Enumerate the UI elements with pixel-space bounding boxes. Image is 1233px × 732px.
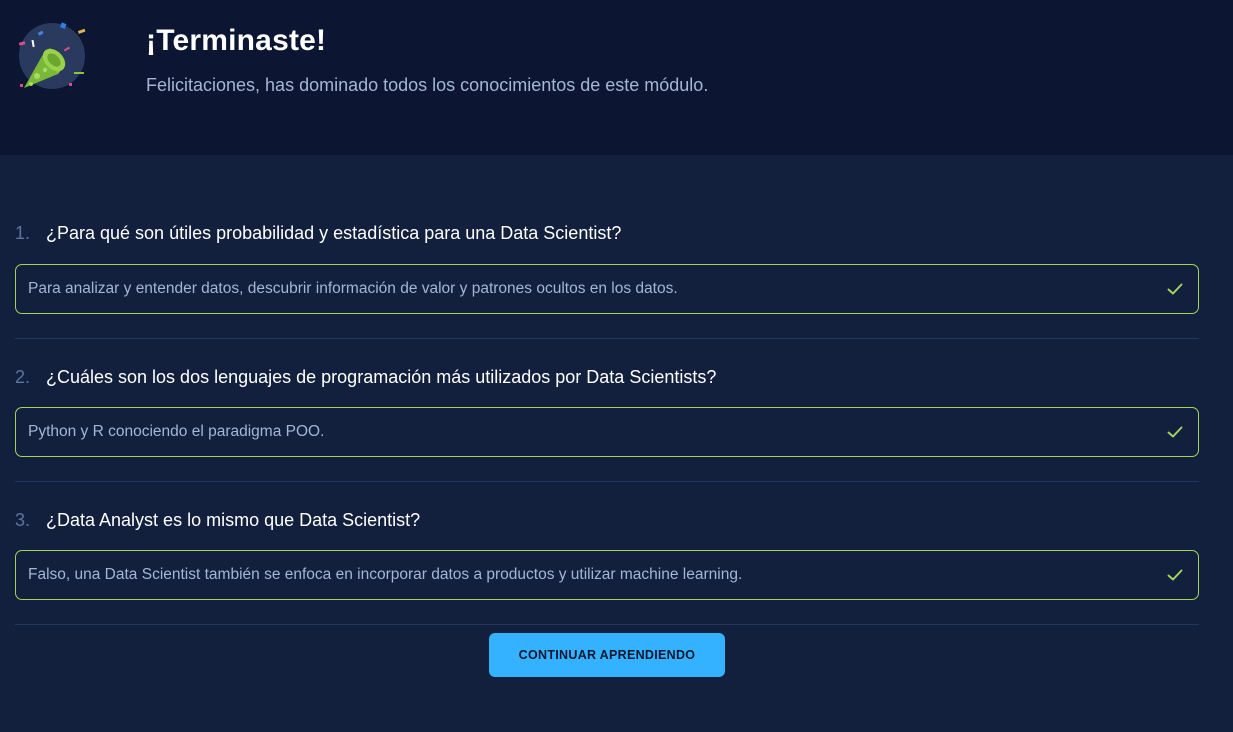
question-heading: 3. ¿Data Analyst es lo mismo que Data Sc… (15, 508, 420, 532)
correct-answer-box: Python y R conociendo el paradigma POO. (15, 407, 1199, 457)
correct-answer-box: Para analizar y entender datos, descubri… (15, 264, 1199, 314)
correct-answer-box: Falso, una Data Scientist también se enf… (15, 550, 1199, 600)
question-text: ¿Cuáles son los dos lenguajes de program… (46, 366, 717, 387)
check-icon (1166, 423, 1184, 441)
question-text: ¿Data Analyst es lo mismo que Data Scien… (46, 509, 421, 530)
answer-text: Python y R conociendo el paradigma POO. (28, 423, 325, 440)
divider (15, 338, 1199, 339)
quiz-results: 1. ¿Para qué son útiles probabilidad y e… (0, 155, 1233, 732)
question-heading: 2. ¿Cuáles son los dos lenguajes de prog… (15, 365, 716, 389)
divider (15, 624, 1199, 625)
page-title: ¡Terminaste! (146, 24, 327, 57)
answer-text: Falso, una Data Scientist también se enf… (28, 566, 743, 583)
question-number: 2. (15, 366, 31, 387)
divider (15, 481, 1199, 482)
page-subtitle: Felicitaciones, has dominado todos los c… (146, 75, 709, 95)
question-text: ¿Para qué son útiles probabilidad y esta… (46, 222, 622, 243)
answer-text: Para analizar y entender datos, descubri… (28, 280, 678, 297)
question-number: 1. (15, 222, 31, 243)
party-popper-icon (14, 18, 90, 94)
question-number: 3. (15, 509, 31, 530)
check-icon (1166, 280, 1184, 298)
question-heading: 1. ¿Para qué son útiles probabilidad y e… (15, 221, 621, 245)
continue-learning-button[interactable]: CONTINUAR APRENDIENDO (489, 633, 725, 677)
check-icon (1166, 566, 1184, 584)
completion-header: ¡Terminaste! Felicitaciones, has dominad… (0, 0, 1233, 155)
